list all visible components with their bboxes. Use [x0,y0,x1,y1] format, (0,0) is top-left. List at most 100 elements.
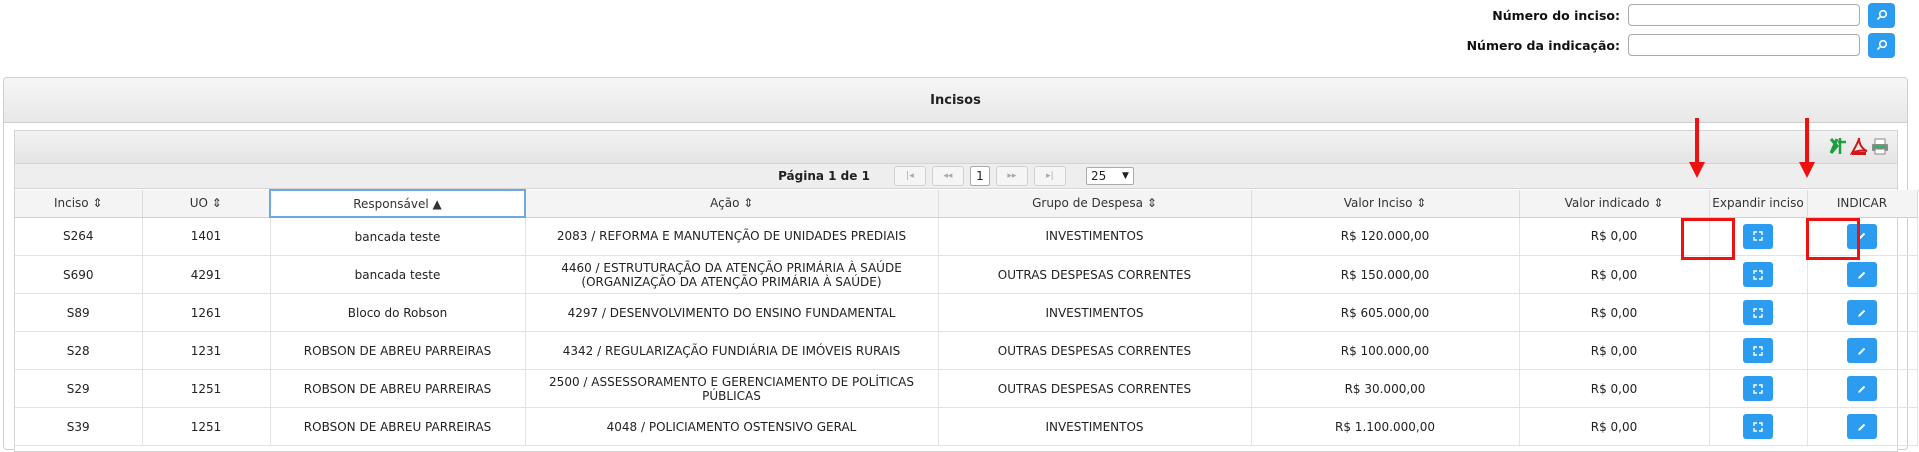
cell-uo: 1261 [142,293,271,332]
next-page-button[interactable]: ▸▸ [995,166,1028,186]
export-icons [1829,136,1889,156]
table-row[interactable]: S28 1231 ROBSON DE ABREU PARREIRAS 4342 / R… [15,331,1918,370]
expand-icon [1753,269,1763,280]
annotation-box-expand [1681,218,1735,260]
cell-valor-inciso: R$ 150.000,00 [1251,255,1520,294]
incisos-table: Inciso ⇕ UO ⇕ Responsável ▲ Ação ⇕ Grupo… [15,189,1918,446]
cell-expand [1709,255,1808,294]
cell-valor-indicado: R$ 0,00 [1519,407,1710,446]
cell-valor-inciso: R$ 605.000,00 [1251,293,1520,332]
inciso-search-button[interactable] [1868,2,1895,28]
indicar-button[interactable] [1847,262,1877,287]
cell-inciso: S29 [15,369,143,408]
incisos-grid: Página 1 de 1 |◂ ◂◂ 1 ▸▸ ▸| 25 ▼ Inciso ⇕… [14,130,1918,452]
excel-export-icon[interactable] [1829,136,1847,156]
column-header-sorted[interactable]: Responsável ▲ [269,189,526,218]
indicacao-number-input[interactable] [1628,34,1860,56]
cell-uo: 1401 [142,217,271,256]
cell-grupo: INVESTIMENTOS [938,217,1252,256]
column-header[interactable]: Ação ⇕ [525,190,939,218]
pdf-export-icon[interactable] [1850,136,1868,156]
indicar-button[interactable] [1847,376,1877,401]
cell-indicar [1807,369,1918,408]
inciso-filter-label: Número do inciso: [1492,7,1620,23]
sort-icon: ⇕ [1416,196,1427,211]
page-size-select[interactable]: 25 ▼ [1085,167,1134,185]
expand-inciso-button[interactable] [1743,300,1773,325]
cell-expand [1709,331,1808,370]
expand-icon [1753,421,1763,432]
column-header[interactable]: UO ⇕ [142,190,271,218]
annotation-arrow-indicar [1805,118,1809,164]
page-size-value: 25 [1090,169,1107,183]
cell-responsavel: bancada teste [270,255,526,294]
cell-acao: 2500 / ASSESSORAMENTO E GERENCIAMENTO DE… [525,369,939,408]
expand-inciso-button[interactable] [1743,376,1773,401]
column-header: Expandir inciso [1709,190,1808,218]
cell-acao: 4297 / DESENVOLVIMENTO DO ENSINO FUNDAME… [525,293,939,332]
cell-responsavel: ROBSON DE ABREU PARREIRAS [270,407,526,446]
indicar-button[interactable] [1847,414,1877,439]
cell-responsavel: bancada teste [270,217,526,256]
edit-icon [1858,385,1866,393]
cell-indicar [1807,293,1918,332]
column-header: INDICAR [1807,190,1918,218]
cell-expand [1709,293,1808,332]
filter-area: Número do inciso: Número da indicação: [1295,0,1895,60]
table-row[interactable]: S690 4291 bancada teste 4460 / ESTRUTURAÇÃO… [15,255,1918,294]
cell-grupo: OUTRAS DESPESAS CORRENTES [938,255,1252,294]
search-icon [1876,9,1887,21]
cell-uo: 1251 [142,369,271,408]
first-page-button[interactable]: |◂ [893,166,926,186]
indicacao-search-button[interactable] [1868,32,1895,58]
inciso-number-input[interactable] [1628,4,1860,26]
sort-icon: ⇕ [211,196,222,211]
expand-icon [1753,383,1763,394]
table-row[interactable]: S29 1251 ROBSON DE ABREU PARREIRAS 2500 / A… [15,369,1918,408]
column-header[interactable]: Valor Inciso ⇕ [1251,190,1520,218]
pager: Página 1 de 1 |◂ ◂◂ 1 ▸▸ ▸| 25 ▼ [15,164,1897,189]
indicacao-filter-row: Número da indicação: [1467,32,1895,58]
cell-valor-inciso: R$ 120.000,00 [1251,217,1520,256]
table-body: S264 1401 bancada teste 2083 / REFORMA E MA… [15,217,1918,446]
indicar-button[interactable] [1847,338,1877,363]
table-row[interactable]: S39 1251 ROBSON DE ABREU PARREIRAS 4048 / P… [15,407,1918,446]
cell-uo: 1231 [142,331,271,370]
table-row[interactable]: S264 1401 bancada teste 2083 / REFORMA E MA… [15,217,1918,256]
prev-page-button[interactable]: ◂◂ [931,166,964,186]
cell-grupo: OUTRAS DESPESAS CORRENTES [938,369,1252,408]
cell-expand [1709,407,1808,446]
cell-uo: 1251 [142,407,271,446]
annotation-arrowhead-expand [1689,162,1705,178]
annotation-arrow-expand [1695,118,1699,164]
current-page-input[interactable]: 1 [969,166,990,186]
expand-inciso-button[interactable] [1743,223,1773,249]
expand-inciso-button[interactable] [1743,338,1773,363]
sort-icon: ⇕ [1653,196,1664,211]
cell-inciso: S28 [15,331,143,370]
last-page-button[interactable]: ▸| [1033,166,1066,186]
cell-acao: 4342 / REGULARIZAÇÃO FUNDIÁRIA DE IMÓVEI… [525,331,939,370]
expand-icon [1753,231,1763,241]
cell-inciso: S39 [15,407,143,446]
panel-title: Incisos [4,78,1907,123]
column-header[interactable]: Inciso ⇕ [15,190,143,218]
table-row[interactable]: S89 1261 Bloco do Robson 4297 / DESENVOLVIM… [15,293,1918,332]
cell-responsavel: Bloco do Robson [270,293,526,332]
indicar-button[interactable] [1847,300,1877,325]
cell-valor-inciso: R$ 30.000,00 [1251,369,1520,408]
table-header-row: Inciso ⇕ UO ⇕ Responsável ▲ Ação ⇕ Grupo… [15,189,1918,218]
cell-expand [1709,369,1808,408]
edit-icon [1858,271,1866,279]
cell-valor-indicado: R$ 0,00 [1519,369,1710,408]
column-header[interactable]: Valor indicado ⇕ [1519,190,1710,218]
cell-responsavel: ROBSON DE ABREU PARREIRAS [270,369,526,408]
cell-acao: 4460 / ESTRUTURAÇÃO DA ATENÇÃO PRIMÁRIA … [525,255,939,294]
expand-inciso-button[interactable] [1743,414,1773,439]
sort-icon: ⇕ [1146,196,1157,211]
cell-valor-indicado: R$ 0,00 [1519,293,1710,332]
column-header[interactable]: Grupo de Despesa ⇕ [938,190,1252,218]
print-icon[interactable] [1871,136,1889,156]
cell-inciso: S690 [15,255,143,294]
expand-inciso-button[interactable] [1743,262,1773,287]
